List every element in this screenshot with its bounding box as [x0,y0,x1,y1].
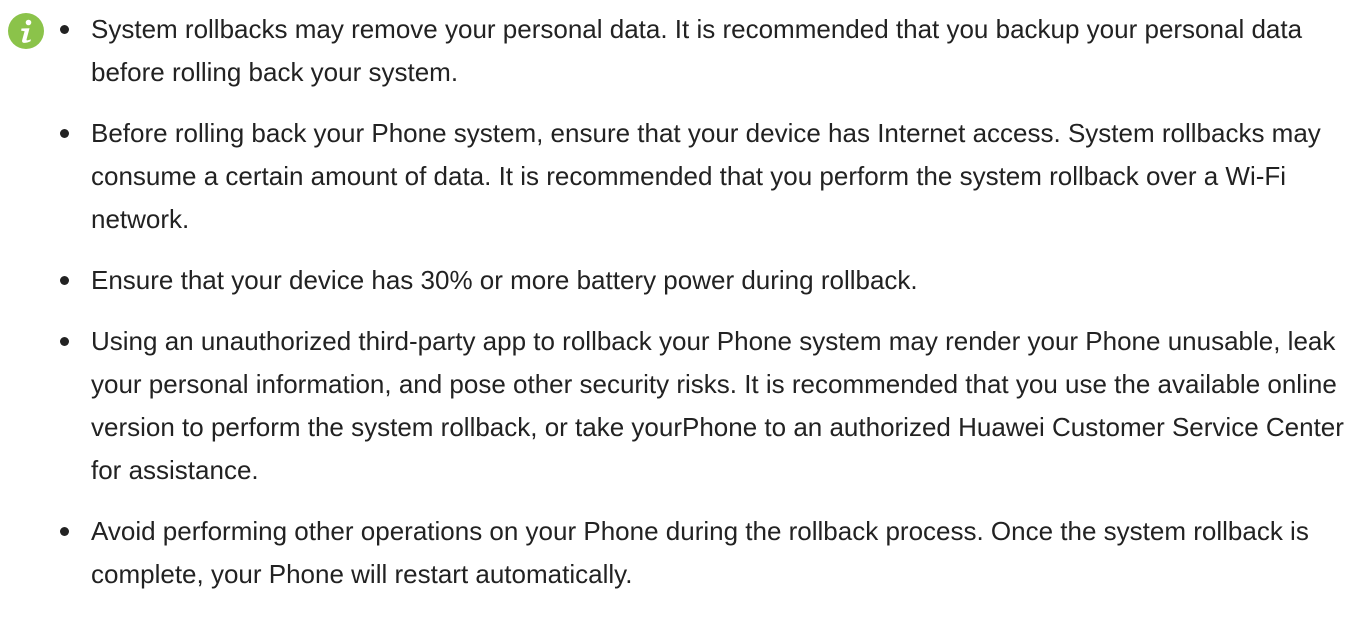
bullet [60,527,69,536]
list-item-text: Ensure that your device has 30% or more … [91,265,918,295]
list-item-text: System rollbacks may remove your persona… [91,14,1303,87]
bullet [60,25,69,34]
bullet [60,129,69,138]
info-note: System rollbacks may remove your persona… [0,0,1369,634]
list-item: System rollbacks may remove your persona… [58,8,1358,94]
info-icon [8,13,44,49]
list-item-text: Using an unauthorized third-party app to… [91,326,1344,485]
list-item: Before rolling back your Phone system, e… [58,112,1358,241]
list-item: Ensure that your device has 30% or more … [58,259,1358,302]
bullet [60,337,69,346]
list-item: Avoid performing other operations on you… [58,510,1358,596]
bullet [60,276,69,285]
list-item: Using an unauthorized third-party app to… [58,320,1358,492]
list-item-text: Avoid performing other operations on you… [91,516,1309,589]
list-item-text: Before rolling back your Phone system, e… [91,118,1321,234]
note-list: System rollbacks may remove your persona… [58,8,1358,614]
